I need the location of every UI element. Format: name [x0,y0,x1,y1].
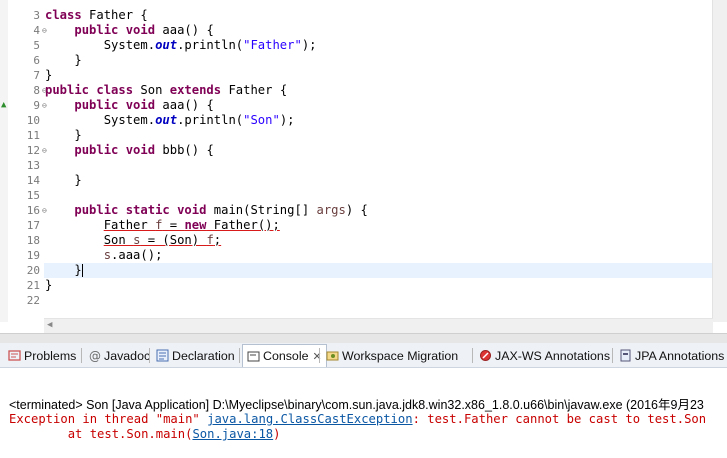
line-number: 10 [26,114,40,127]
code-editor[interactable]: ▲ 3 4 ⊖ 5 6 7 8 ⊖ 9 ⊖ 10 11 12 ⊖ 13 14 15 16 ⊖ 17 18 19 20 21 22… [0,0,727,333]
console-view[interactable]: <terminated> Son [Java Application] D:\M… [0,368,727,458]
code-line[interactable]: } [45,278,52,293]
tab-jaxws-annotations[interactable]: JAX-WS Annotations [475,345,610,366]
line-number: 8 [33,84,40,97]
code-area[interactable]: class Father { public void aaa() { Syste… [44,0,713,322]
line-number: 19 [26,249,40,262]
tab-console[interactable]: Console ✕ [242,344,327,367]
line-number: 11 [26,129,40,142]
code-line[interactable]: } [45,53,81,68]
line-number: 9 [33,99,40,112]
tab-label: JAX-WS Annotations [495,348,611,363]
code-line[interactable]: Father f = new Father(); [45,218,280,233]
tab-separator [239,348,240,363]
line-number: 4 [33,24,40,37]
scroll-left-arrow-icon[interactable]: ◀ [47,320,52,330]
tab-label: Console [263,349,309,363]
problems-icon [8,349,21,362]
line-number: 17 [26,219,40,232]
code-line[interactable]: } [45,128,81,143]
code-line[interactable]: class Father { [45,8,148,23]
jaxws-icon [479,349,492,362]
migration-icon [326,349,339,362]
bottom-view-tabbar: Problems @ Javadoc Declaration Console ✕ Works… [0,343,727,368]
stack-prefix: at test.Son.main( [9,427,193,441]
javadoc-icon: @ [88,349,101,363]
code-line[interactable]: public void aaa() { [45,23,213,38]
console-error-suffix: : test.Father cannot be cast to test.Son [412,412,707,426]
line-number: 5 [33,39,40,52]
line-number-gutter: 3 4 ⊖ 5 6 7 8 ⊖ 9 ⊖ 10 11 12 ⊖ 13 14 15 16 ⊖ 17 18 19 20 21 22 [8,0,47,322]
code-line[interactable]: public static void main(String[] args) { [45,203,368,218]
stack-suffix: ) [273,427,281,441]
code-line[interactable]: System.out.println("Father"); [45,38,317,53]
line-number: 13 [26,159,40,172]
tab-workspace-migration[interactable]: Workspace Migration [322,345,458,366]
code-line[interactable]: public class Son extends Father { [45,83,287,98]
tab-declaration[interactable]: Declaration [152,345,235,366]
line-number: 18 [26,234,40,247]
code-line[interactable]: } [45,173,81,188]
console-stack-line: at test.Son.main(Son.java:18) [9,427,281,442]
line-number: 15 [26,189,40,202]
code-line[interactable]: } [45,263,83,278]
line-number: 22 [26,294,40,307]
tab-separator [319,348,320,363]
vertical-scrollbar[interactable] [712,0,727,322]
current-line-highlight [44,263,713,278]
tab-separator [472,348,473,363]
code-line[interactable]: } [45,68,52,83]
code-line[interactable]: public void aaa() { [45,98,213,113]
console-icon [247,350,260,363]
tab-label: Problems [24,348,77,363]
close-icon[interactable]: ✕ [312,350,321,363]
tab-label: Javadoc [104,348,151,363]
override-marker-icon: ▲ [1,100,7,110]
line-number: 14 [26,174,40,187]
code-line[interactable]: public void bbb() { [45,143,213,158]
tab-problems[interactable]: Problems [4,345,76,366]
overview-ruler-left: ▲ [0,0,8,322]
line-number: 21 [26,279,40,292]
line-number: 6 [33,54,40,67]
line-number: 7 [33,69,40,82]
line-number: 20 [26,264,40,277]
console-error-line: Exception in thread "main" java.lang.Cla… [9,412,706,427]
tab-separator [81,348,82,363]
console-header: <terminated> Son [Java Application] D:\M… [9,398,704,412]
horizontal-scrollbar[interactable]: ◀ [44,318,713,333]
declaration-icon [156,349,169,362]
line-number: 12 [26,144,40,157]
tab-label: Workspace Migration [342,348,459,363]
svg-text:@: @ [89,349,101,362]
exception-link[interactable]: java.lang.ClassCastException [207,412,412,426]
tab-separator [612,348,613,363]
tab-jpa-annotations[interactable]: JPA Annotations [615,345,724,366]
code-line[interactable]: Son s = (Son) f; [45,233,221,248]
tab-separator [149,348,150,363]
console-error-prefix: Exception in thread "main" [9,412,208,426]
source-location-link[interactable]: Son.java:18 [192,427,273,441]
jpa-icon [619,349,632,362]
tab-label: JPA Annotations [635,348,725,363]
line-number: 16 [26,204,40,217]
code-line[interactable]: System.out.println("Son"); [45,113,295,128]
line-number: 3 [33,9,40,22]
tab-javadoc[interactable]: @ Javadoc [84,345,150,366]
tab-label: Declaration [172,348,235,363]
code-line[interactable]: s.aaa(); [45,248,163,263]
